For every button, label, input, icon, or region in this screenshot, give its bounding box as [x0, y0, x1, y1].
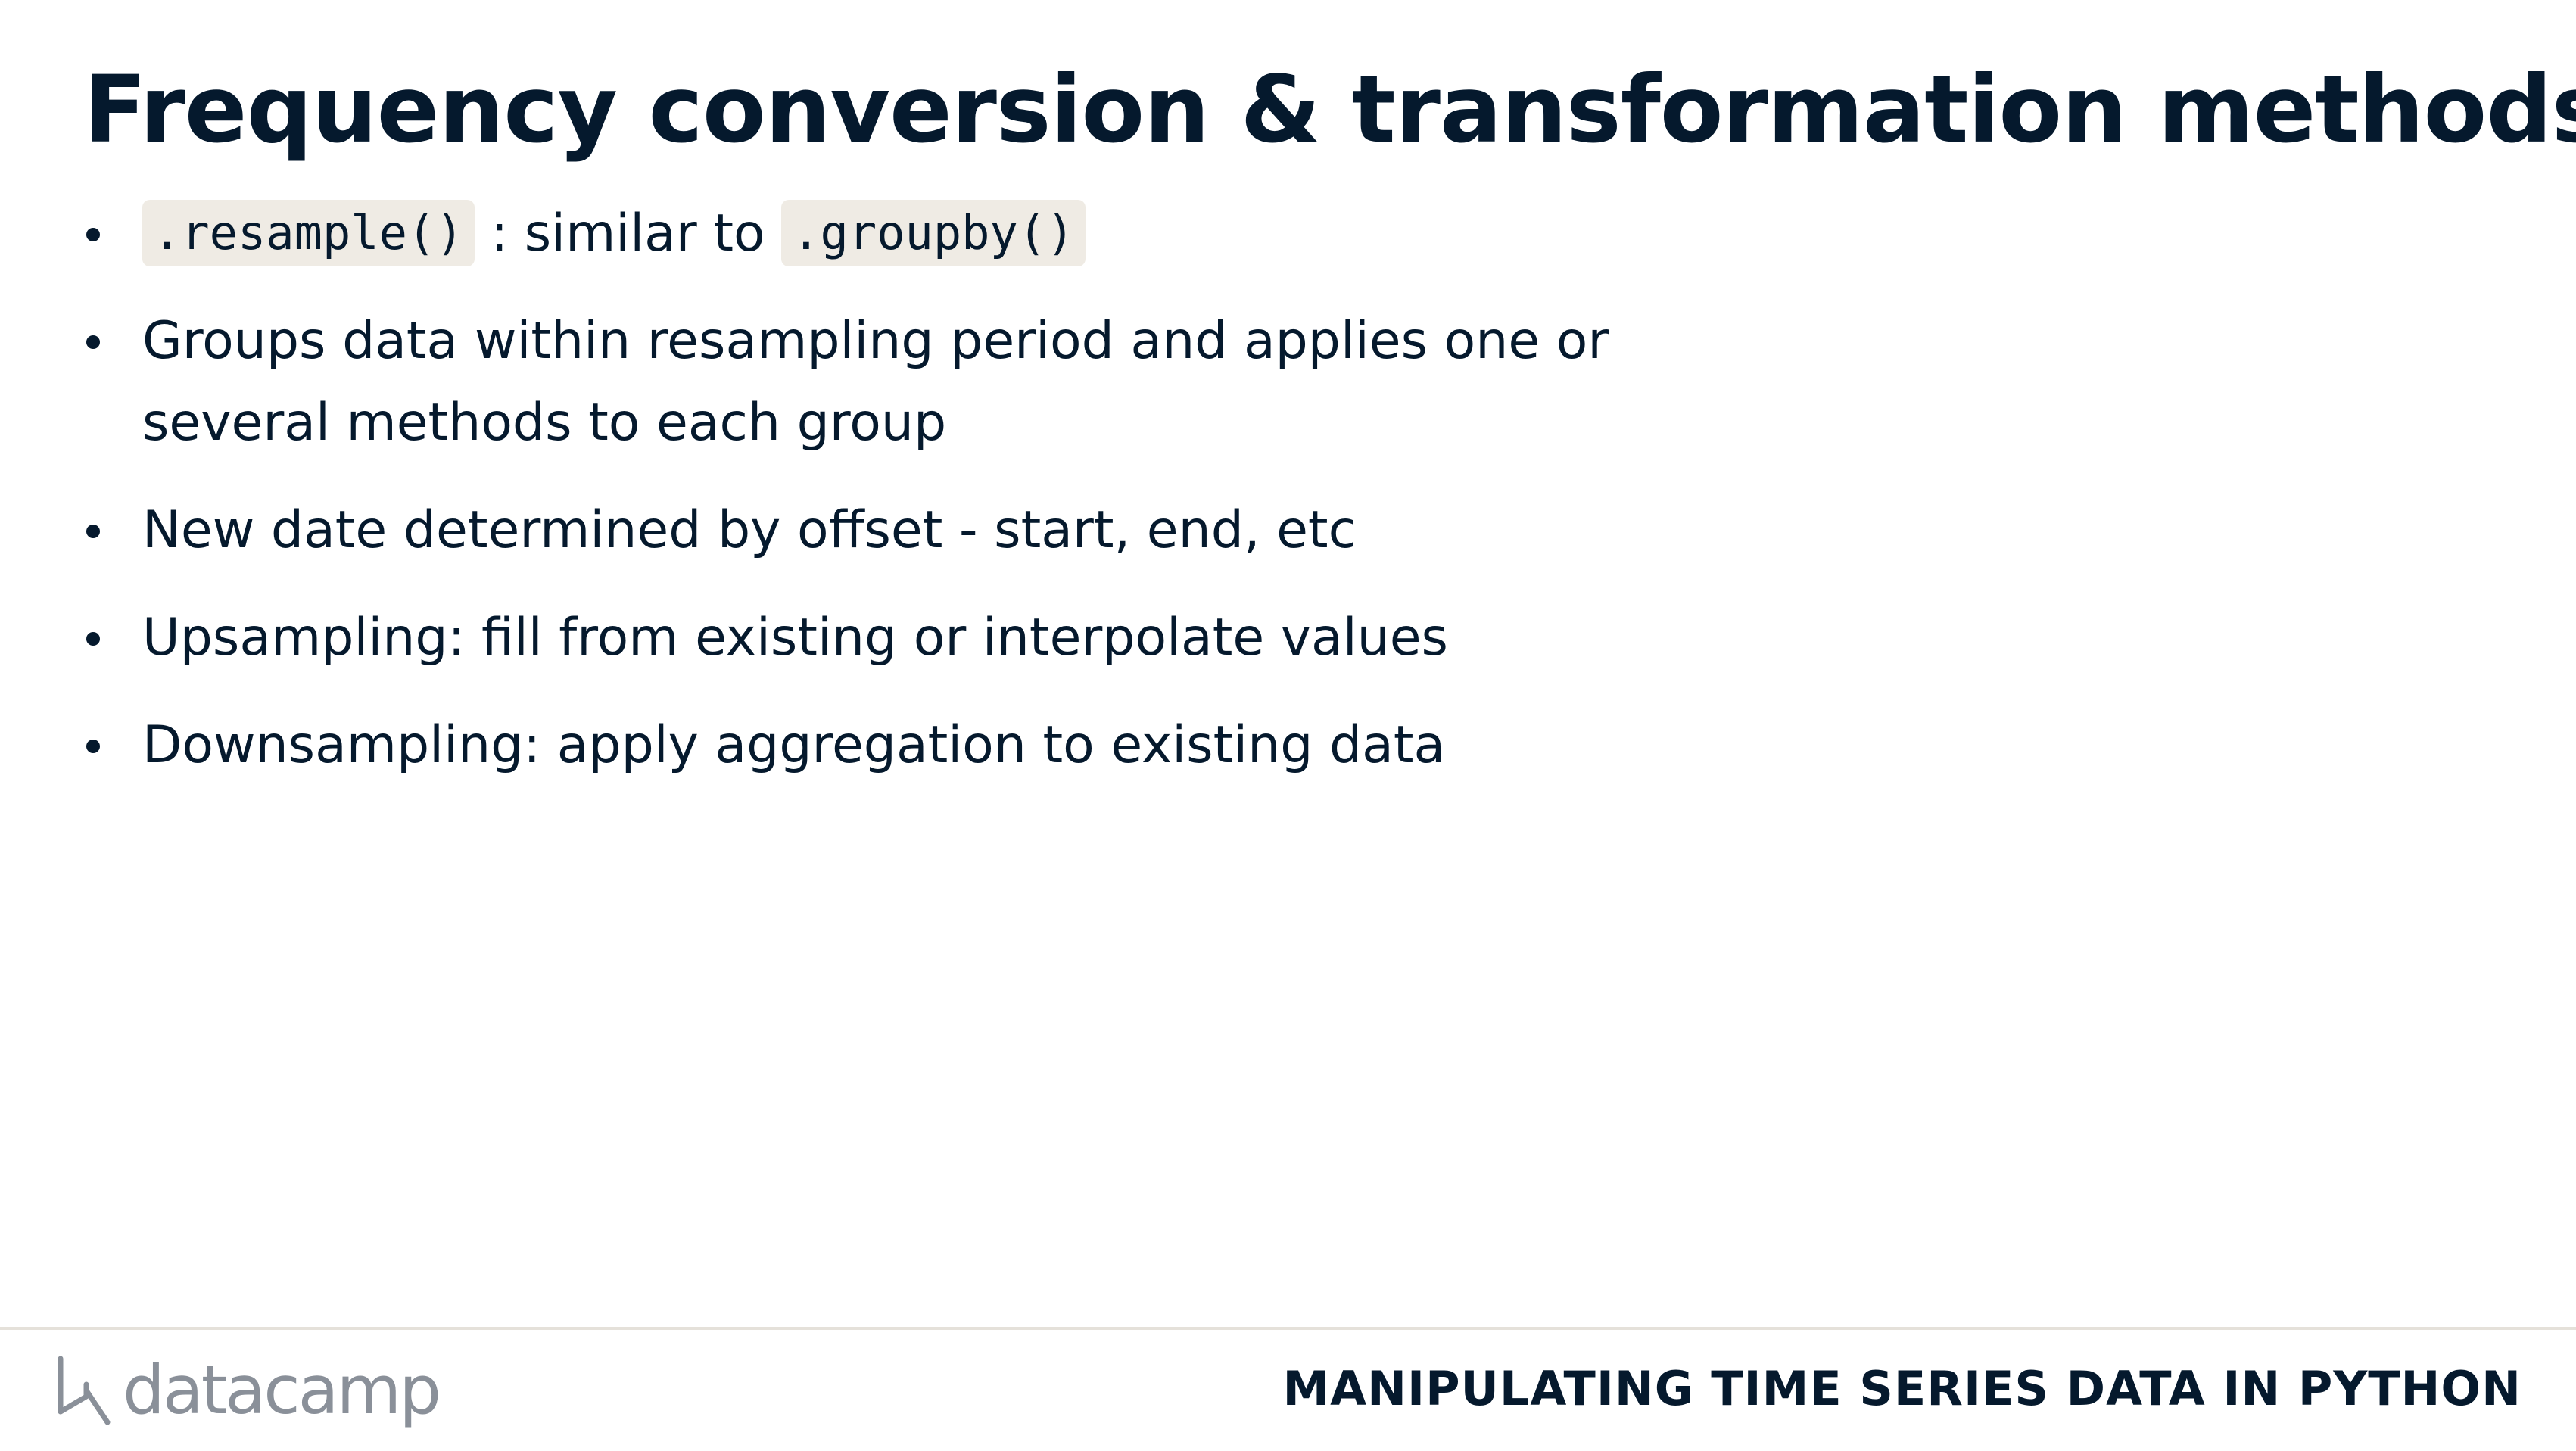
code-groupby: .groupby()	[781, 200, 1086, 266]
logo-text: datacamp	[123, 1351, 441, 1429]
bullet-item: Downsampling: apply aggregation to exist…	[83, 705, 1711, 786]
slide-title: Frequency conversion & transformation me…	[83, 56, 2576, 163]
bullet-text: New date determined by offset - start, e…	[142, 500, 1357, 560]
bullet-text: Upsampling: fill from existing or interp…	[142, 608, 1448, 668]
datacamp-logo: datacamp	[53, 1349, 441, 1432]
bullet-item: Upsampling: fill from existing or interp…	[83, 597, 1711, 679]
bullet-item: .resample() : similar to .groupby()	[83, 193, 1711, 275]
bullet-item: New date determined by offset - start, e…	[83, 490, 1711, 571]
footer-divider	[0, 1327, 2576, 1330]
code-resample: .resample()	[142, 200, 475, 266]
datacamp-logo-icon	[58, 1356, 111, 1425]
bullet-text: Groups data within resampling period and…	[142, 311, 1609, 453]
bullet-text: : similar to	[474, 204, 782, 263]
course-title: MANIPULATING TIME SERIES DATA IN PYTHON	[1282, 1361, 2521, 1416]
bullet-list: .resample() : similar to .groupby() Grou…	[83, 193, 1711, 812]
bullet-text: Downsampling: apply aggregation to exist…	[142, 715, 1446, 775]
bullet-item: Groups data within resampling period and…	[83, 300, 1711, 464]
